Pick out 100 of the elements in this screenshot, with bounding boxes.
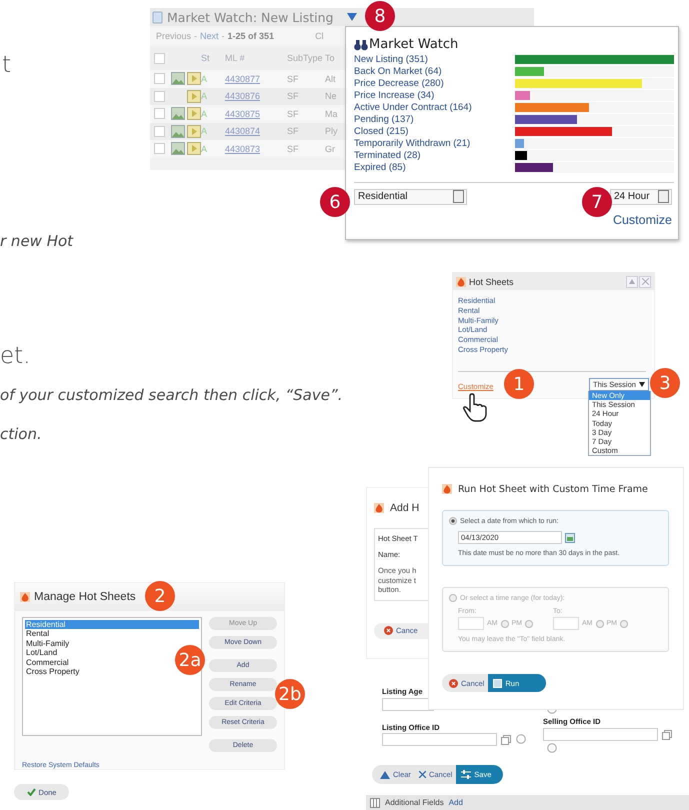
checkmark-icon	[26, 788, 36, 796]
step-number-badge: 2b	[275, 679, 305, 709]
checkbox[interactable]	[154, 108, 165, 120]
checkbox[interactable]	[154, 52, 165, 64]
step-number-badge: 3	[650, 368, 680, 398]
document-icon[interactable]	[187, 72, 201, 86]
radio-button[interactable]	[500, 620, 508, 628]
close-icon	[418, 771, 426, 778]
radio-button[interactable]	[449, 517, 457, 525]
table-cell-text: Gr	[325, 144, 336, 154]
category-link[interactable]: Back On Market (64)	[354, 66, 514, 77]
section-title: Additional Fields	[385, 798, 444, 807]
flame-icon	[374, 503, 384, 513]
collapse-button[interactable]	[626, 276, 638, 288]
dialog-title: Add H	[390, 502, 420, 514]
caret-icon[interactable]	[347, 13, 358, 21]
calendar-icon[interactable]	[565, 532, 575, 542]
document-text: of your customized search then click, “Save”.	[0, 386, 343, 404]
dialog-title: Manage Hot Sheets	[34, 591, 136, 603]
photo-icon[interactable]	[171, 142, 185, 156]
category-link[interactable]: Active Under Contract (164)	[354, 102, 514, 113]
document-text: et.	[0, 343, 30, 369]
table-cell-text: A	[201, 144, 208, 154]
list-item[interactable]: Multi-Family	[25, 638, 70, 648]
toolbar-text: Cl	[315, 31, 324, 41]
help-icon[interactable]	[547, 743, 557, 753]
list-item[interactable]: Lot/Land	[25, 648, 58, 658]
category-link[interactable]: Expired (85)	[354, 162, 514, 174]
binoculars-icon	[354, 38, 368, 50]
document-icon	[152, 10, 163, 24]
list-item[interactable]: Rental	[25, 629, 50, 639]
time-field[interactable]	[553, 617, 579, 630]
photo-icon[interactable]	[171, 72, 185, 86]
pager-separator: -	[194, 31, 198, 41]
time-field[interactable]	[458, 617, 484, 630]
category-link[interactable]: Temporarily Withdrawn (21)	[354, 138, 514, 150]
checkbox[interactable]	[154, 90, 165, 102]
table-cell-text: SF	[287, 74, 300, 84]
list-item[interactable]: Cross Property	[25, 667, 80, 676]
input-field[interactable]	[382, 733, 497, 746]
step-number-badge: 8	[365, 1, 395, 31]
table-cell-text: A	[201, 91, 208, 102]
caret-icon	[629, 279, 635, 284]
table-cell-text: SF	[287, 144, 300, 154]
radio-button[interactable]	[596, 620, 604, 628]
pager-separator: -	[222, 31, 225, 41]
table-cell-text: A	[201, 74, 208, 84]
photo-icon[interactable]	[171, 107, 185, 120]
close-icon	[642, 278, 648, 285]
panel-title: Market Watch: New Listing	[167, 10, 334, 24]
step-number-badge: 6	[320, 187, 350, 217]
panel-title: Hot Sheets	[469, 276, 514, 286]
cancel-icon	[449, 678, 458, 688]
table-cell-text: Ply	[325, 126, 339, 136]
document-icon[interactable]	[187, 90, 201, 103]
document-text: ction.	[0, 425, 42, 443]
add-link[interactable]: Add	[448, 798, 463, 807]
photo-icon[interactable]	[171, 124, 185, 138]
document-text: t	[2, 52, 12, 78]
cancel-icon	[384, 626, 393, 635]
copy-icon[interactable]	[662, 730, 672, 740]
table-cell-text: Alt	[325, 74, 337, 84]
columns-icon	[370, 798, 380, 808]
checkbox[interactable]	[154, 126, 165, 137]
dialog-title: Run Hot Sheet with Custom Time Frame	[458, 484, 648, 494]
table-cell-text: SF	[287, 108, 300, 119]
category-link[interactable]: Terminated (28)	[354, 150, 514, 162]
list-item[interactable]: Commercial	[25, 658, 69, 668]
radio-button[interactable]	[525, 620, 533, 628]
caret-icon	[639, 382, 645, 387]
category-link[interactable]: New Listing (351)	[354, 54, 514, 65]
input-field[interactable]	[543, 728, 658, 741]
table-cell-text: SF	[287, 126, 300, 136]
document-icon[interactable]	[187, 107, 201, 120]
radio-button[interactable]	[620, 620, 628, 628]
checkbox[interactable]	[154, 73, 165, 84]
close-button[interactable]	[639, 276, 651, 288]
grid-icon	[493, 678, 502, 688]
document-icon[interactable]	[187, 124, 201, 138]
property-type-select[interactable]: Residential	[354, 188, 467, 205]
table-cell-text: A	[201, 126, 208, 136]
sliders-icon	[461, 770, 472, 779]
table-cell-text: Ne	[325, 91, 338, 102]
checkbox[interactable]	[154, 143, 165, 154]
document-icon[interactable]	[187, 142, 201, 156]
flame-icon	[20, 592, 30, 602]
document-text: r new Hot	[0, 232, 74, 250]
copy-icon[interactable]	[501, 735, 511, 745]
category-link[interactable]: Pending (137)	[354, 114, 514, 126]
popup-title: Market Watch	[369, 37, 458, 52]
category-link[interactable]: Price Decrease (280)	[354, 78, 514, 89]
time-frame-select[interactable]: 24 Hour	[610, 188, 672, 205]
flame-icon	[442, 484, 452, 494]
table-cell-text: Ma	[325, 108, 339, 119]
result-range: 1-25 of 351	[228, 31, 274, 41]
help-icon[interactable]	[516, 734, 526, 744]
radio-button[interactable]	[449, 594, 457, 602]
table-cell-text: A	[201, 108, 208, 119]
category-link[interactable]: Price Increase (34)	[354, 90, 514, 101]
category-link[interactable]: Closed (215)	[354, 126, 514, 138]
